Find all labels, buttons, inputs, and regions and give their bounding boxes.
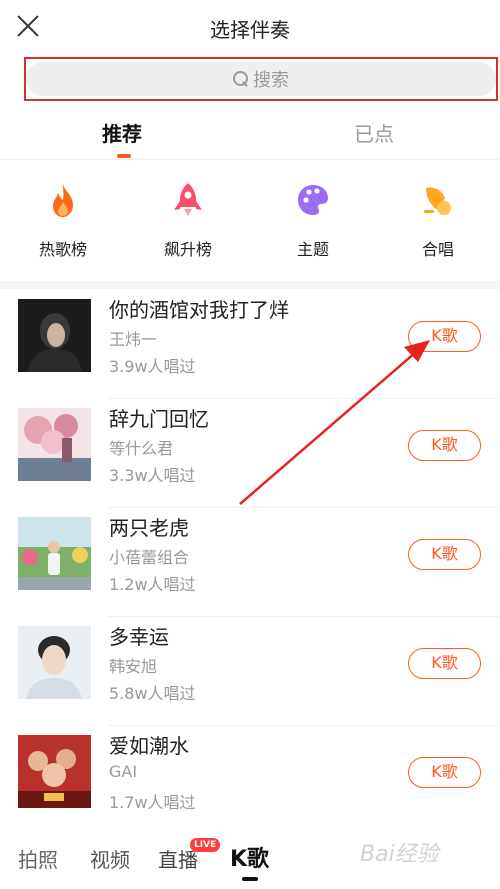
top-bar: 选择伴奏 — [0, 0, 500, 56]
tab-bar: 推荐 已点 — [0, 112, 500, 160]
list-item[interactable]: 爱如潮水 GAI 1.7w人唱过 K歌 — [0, 726, 500, 835]
category-label: 合唱 — [421, 240, 454, 259]
palette-icon — [293, 180, 333, 220]
song-artist: 小蓓蕾组合 — [109, 548, 190, 567]
album-cover — [18, 517, 91, 590]
search-highlight-box: 搜索 — [24, 57, 498, 101]
section-divider — [0, 281, 500, 289]
list-item[interactable]: 多幸运 韩安旭 5.8w人唱过 K歌 — [0, 617, 500, 726]
sing-count: 1.7w人唱过 — [109, 793, 196, 812]
list-item[interactable]: 两只老虎 小蓓蕾组合 1.2w人唱过 K歌 — [0, 508, 500, 617]
category-label: 飙升榜 — [163, 240, 212, 259]
song-title: 两只老虎 — [109, 516, 189, 540]
song-title: 多幸运 — [109, 625, 169, 649]
search-icon — [233, 71, 249, 87]
album-cover — [18, 299, 91, 372]
sing-count: 3.3w人唱过 — [109, 466, 196, 485]
tab-selected-songs[interactable]: 已点 — [354, 118, 394, 147]
nav-video[interactable]: 视频 — [90, 844, 130, 873]
karaoke-button[interactable]: K歌 — [408, 430, 481, 461]
flame-icon — [43, 180, 83, 220]
nav-karaoke[interactable]: K歌 — [230, 841, 269, 881]
album-cover — [18, 626, 91, 699]
search-input[interactable]: 搜索 — [26, 62, 496, 96]
song-artist: GAI — [109, 762, 138, 781]
song-artist: 等什么君 — [109, 439, 174, 458]
tab-recommended[interactable]: 推荐 — [102, 118, 142, 158]
category-theme[interactable]: 主题 — [263, 180, 363, 260]
song-title: 辞九门回忆 — [109, 407, 209, 431]
album-cover — [18, 408, 91, 481]
karaoke-button[interactable]: K歌 — [408, 648, 481, 679]
album-cover — [18, 735, 91, 808]
category-chorus[interactable]: 合唱 — [388, 180, 488, 260]
karaoke-button[interactable]: K歌 — [408, 539, 481, 570]
category-hot-chart[interactable]: 热歌榜 — [13, 180, 113, 260]
list-item[interactable]: 你的酒馆对我打了烊 王炜一 3.9w人唱过 K歌 — [0, 290, 500, 399]
category-label: 主题 — [296, 240, 329, 259]
song-title: 你的酒馆对我打了烊 — [109, 298, 289, 322]
song-artist: 韩安旭 — [109, 657, 158, 676]
sing-count: 1.2w人唱过 — [109, 575, 196, 594]
watermark: Bai经验 — [360, 842, 439, 867]
category-label: 热歌榜 — [38, 240, 87, 259]
live-badge: LIVE — [190, 838, 221, 852]
karaoke-button[interactable]: K歌 — [408, 757, 481, 788]
rocket-icon — [168, 180, 208, 220]
karaoke-button[interactable]: K歌 — [408, 321, 481, 352]
chorus-icon — [418, 180, 458, 220]
nav-photo[interactable]: 拍照 — [18, 844, 58, 873]
category-rising-chart[interactable]: 飙升榜 — [138, 180, 238, 260]
song-artist: 王炜一 — [109, 330, 158, 349]
list-item[interactable]: 辞九门回忆 等什么君 3.3w人唱过 K歌 — [0, 399, 500, 508]
sing-count: 3.9w人唱过 — [109, 357, 196, 376]
category-row: 热歌榜 飙升榜 主题 合唱 — [0, 180, 500, 280]
song-list: 你的酒馆对我打了烊 王炜一 3.9w人唱过 K歌 辞九门回忆 等什么君 3.3w… — [0, 290, 500, 835]
sing-count: 5.8w人唱过 — [109, 684, 196, 703]
search-placeholder: 搜索 — [253, 70, 289, 91]
page-title: 选择伴奏 — [210, 18, 290, 42]
song-title: 爱如潮水 — [109, 734, 189, 758]
